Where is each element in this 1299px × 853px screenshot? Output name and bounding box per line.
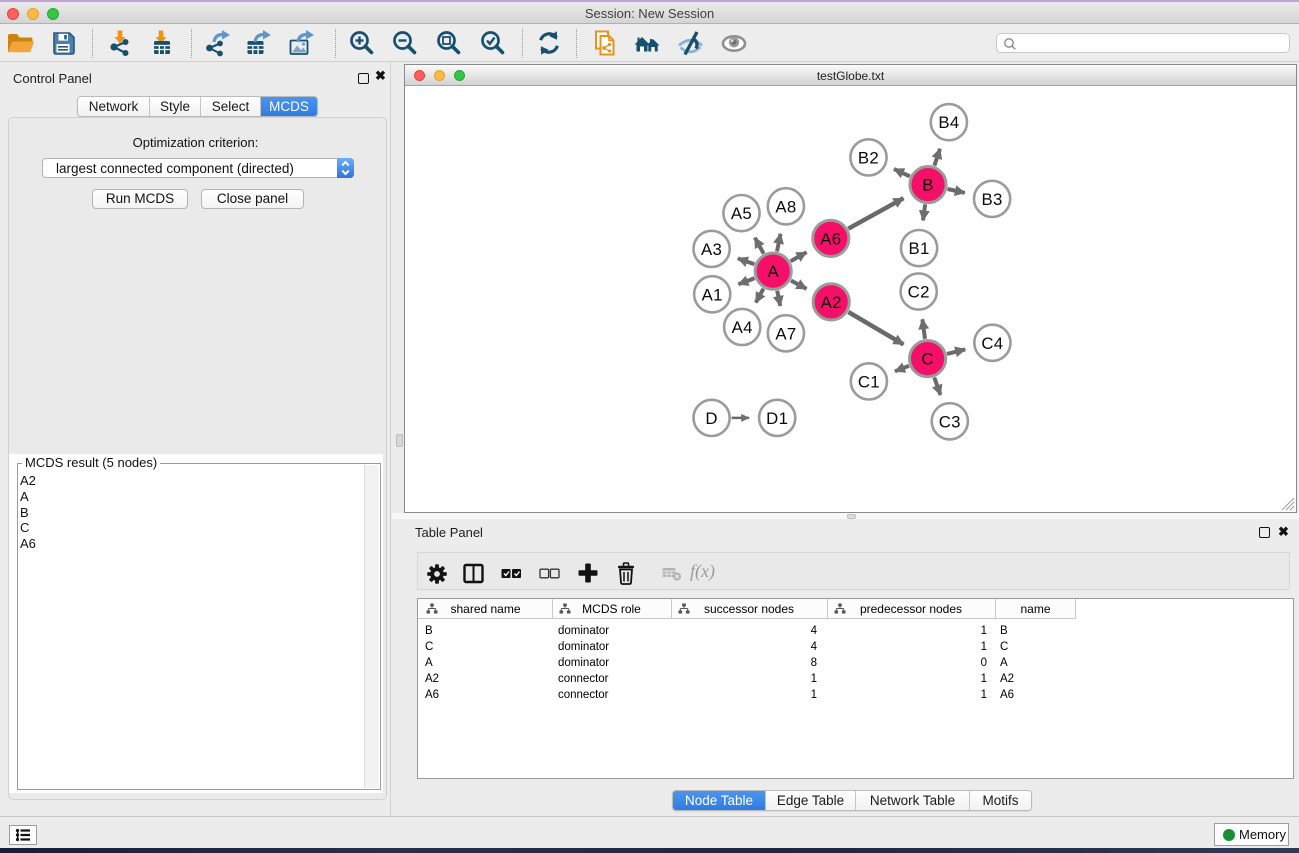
svg-text:B: B	[922, 176, 934, 195]
svg-text:A7: A7	[775, 324, 796, 343]
svg-text:A4: A4	[732, 318, 753, 337]
svg-text:C4: C4	[981, 334, 1003, 353]
svg-text:A6: A6	[820, 229, 841, 248]
svg-text:B4: B4	[938, 113, 959, 132]
svg-text:C2: C2	[908, 283, 930, 302]
svg-text:A3: A3	[701, 240, 722, 259]
svg-text:A8: A8	[775, 197, 796, 216]
svg-text:C3: C3	[939, 412, 961, 431]
svg-text:A: A	[767, 262, 779, 281]
svg-text:A5: A5	[731, 204, 752, 223]
svg-text:A1: A1	[702, 285, 723, 304]
svg-text:B1: B1	[909, 239, 930, 258]
svg-text:B3: B3	[982, 190, 1003, 209]
svg-text:D: D	[705, 409, 717, 428]
svg-text:D1: D1	[766, 409, 788, 428]
svg-text:C: C	[921, 350, 933, 369]
svg-text:A2: A2	[821, 293, 842, 312]
svg-text:B2: B2	[858, 148, 879, 167]
svg-text:C1: C1	[858, 372, 880, 391]
